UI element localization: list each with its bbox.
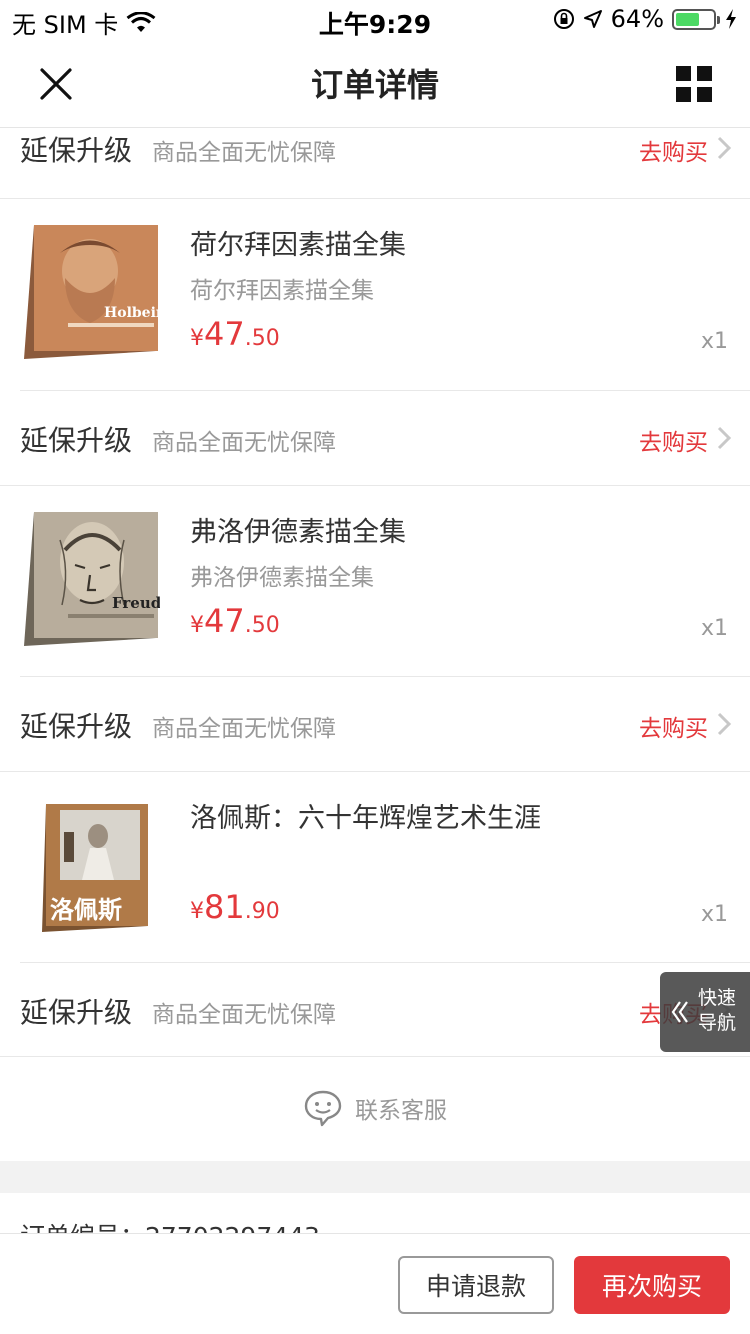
status-right: 64% xyxy=(553,5,738,33)
warranty-desc: 商品全面无忧保障 xyxy=(152,716,336,742)
contact-service-button[interactable]: 联系客服 xyxy=(0,1056,750,1160)
product-title[interactable]: 弗洛伊德素描全集 xyxy=(190,510,406,549)
chevron-right-icon xyxy=(717,426,732,450)
product-title[interactable]: 洛佩斯：六十年辉煌艺术生涯 xyxy=(190,796,541,835)
price-dec: .50 xyxy=(244,613,280,638)
price-dec: .90 xyxy=(244,899,280,924)
warranty-desc: 商品全面无忧保障 xyxy=(152,140,336,166)
cover-title: Holbein xyxy=(104,305,160,321)
price-int: 81 xyxy=(204,888,245,926)
chevron-right-icon xyxy=(717,712,732,736)
product-qty: x1 xyxy=(700,616,728,641)
charging-bolt-icon xyxy=(726,9,736,29)
price-int: 47 xyxy=(204,602,245,640)
warranty-title: 延保升级 xyxy=(20,424,133,457)
product-title[interactable]: 荷尔拜因素描全集 xyxy=(190,223,406,262)
book-cover-image: Holbein xyxy=(24,225,160,359)
product-price: ¥47.50 xyxy=(190,602,280,640)
price-currency: ¥ xyxy=(190,326,204,351)
section-gap xyxy=(0,1161,750,1193)
book-cover-image: 洛佩斯 xyxy=(42,804,148,932)
product-subtitle: 荷尔拜因素描全集 xyxy=(190,278,374,304)
price-int: 47 xyxy=(204,315,245,353)
cover-title: 洛佩斯 xyxy=(50,895,122,924)
warranty-title: 延保升级 xyxy=(20,710,133,743)
warranty-row[interactable]: 延保升级 商品全面无忧保障 去购买 xyxy=(0,129,750,193)
quick-nav-label-line1: 快速 xyxy=(698,987,737,1009)
price-currency: ¥ xyxy=(190,899,204,924)
page-title: 订单详情 xyxy=(310,66,439,104)
product-item[interactable]: Holbein 荷尔拜因素描全集 荷尔拜因素描全集 ¥47.50 x1 xyxy=(0,199,750,389)
price-currency: ¥ xyxy=(190,613,204,638)
product-price: ¥81.90 xyxy=(190,888,280,926)
quick-nav-button[interactable]: 快速 导航 xyxy=(660,972,750,1052)
chevron-right-icon xyxy=(717,136,732,160)
grid-cell xyxy=(697,66,712,81)
battery-icon xyxy=(672,8,720,30)
rebuy-button[interactable]: 再次购买 xyxy=(574,1256,730,1314)
grid-cell xyxy=(676,87,691,102)
product-subtitle: 弗洛伊德素描全集 xyxy=(190,565,374,591)
nav-bar: 订单详情 xyxy=(0,40,750,128)
order-content[interactable]: 延保升级 商品全面无忧保障 去购买 Holbein 荷尔拜因素描全集 荷尔拜因素… xyxy=(0,129,750,1233)
warranty-desc: 商品全面无忧保障 xyxy=(152,1002,336,1028)
quick-nav-label: 快速 导航 xyxy=(698,986,746,1036)
battery-percent: 64% xyxy=(610,5,664,33)
rotation-lock-icon xyxy=(553,9,574,29)
product-qty: x1 xyxy=(700,329,728,354)
product-price: ¥47.50 xyxy=(190,315,280,353)
product-item[interactable]: 洛佩斯 洛佩斯：六十年辉煌艺术生涯 ¥81.90 x1 xyxy=(0,772,750,962)
location-arrow-icon xyxy=(583,10,602,28)
warranty-row[interactable]: 延保升级 商品全面无忧保障 去购买 xyxy=(0,391,750,461)
warranty-buy-link[interactable]: 去购买 xyxy=(639,709,708,743)
product-qty: x1 xyxy=(700,902,728,927)
grid-cell xyxy=(697,87,712,102)
warranty-buy-link[interactable]: 去购买 xyxy=(639,423,708,457)
grid-menu-icon[interactable] xyxy=(676,66,712,102)
double-chevron-left-icon xyxy=(671,1001,688,1023)
chat-bubble-icon xyxy=(304,1090,342,1127)
grid-cell xyxy=(676,66,691,81)
contact-service-label: 联系客服 xyxy=(355,1098,447,1124)
warranty-buy-link[interactable]: 去购买 xyxy=(639,133,708,167)
quick-nav-label-line2: 导航 xyxy=(698,1012,737,1034)
cover-title: Freud xyxy=(112,594,160,612)
warranty-row[interactable]: 延保升级 商品全面无忧保障 去购买 xyxy=(0,963,750,1033)
price-dec: .50 xyxy=(244,326,280,351)
warranty-title: 延保升级 xyxy=(20,996,133,1029)
book-cover-image: Freud xyxy=(24,512,160,646)
order-number-row: 订单编号：27702297443 xyxy=(20,1217,320,1233)
warranty-row[interactable]: 延保升级 商品全面无忧保障 去购买 xyxy=(0,677,750,747)
warranty-desc: 商品全面无忧保障 xyxy=(152,430,336,456)
warranty-title: 延保升级 xyxy=(20,134,133,167)
refund-button[interactable]: 申请退款 xyxy=(398,1256,554,1314)
product-item[interactable]: Freud 弗洛伊德素描全集 弗洛伊德素描全集 ¥47.50 x1 xyxy=(0,486,750,676)
bottom-action-bar: 申请退款 再次购买 xyxy=(0,1233,750,1334)
battery-level xyxy=(676,12,700,26)
status-bar: 无 SIM 卡 上午9:29 64% xyxy=(0,0,750,40)
